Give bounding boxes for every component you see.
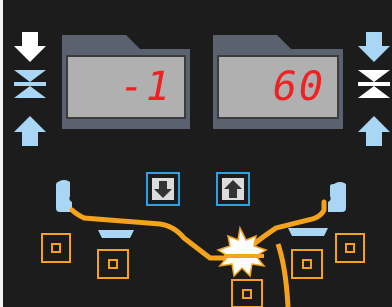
left-value-display: -1 bbox=[66, 55, 186, 119]
converge-icon bbox=[14, 70, 46, 98]
converge-icon bbox=[358, 70, 390, 98]
right-v-groove bbox=[288, 228, 328, 236]
arrow-down-icon bbox=[14, 32, 46, 62]
right-housing-upper bbox=[335, 233, 365, 263]
right-clamp bbox=[328, 182, 346, 212]
center-housing bbox=[231, 279, 263, 307]
control-panel: -1 60 bbox=[0, 0, 392, 307]
fiber-lead bbox=[275, 243, 291, 307]
right-electrode-controls bbox=[358, 32, 390, 146]
left-clamp bbox=[56, 180, 72, 212]
left-housing-lower bbox=[97, 249, 129, 279]
fiber-alignment-diagram bbox=[41, 180, 365, 307]
spark-icon bbox=[216, 225, 268, 278]
arrow-up-icon bbox=[358, 116, 390, 146]
left-housing-upper bbox=[41, 233, 71, 263]
left-electrode-controls bbox=[14, 32, 46, 146]
right-value-display: 60 bbox=[217, 55, 339, 119]
arrow-up-icon bbox=[14, 116, 46, 146]
left-v-groove bbox=[98, 230, 134, 238]
arrow-down-icon bbox=[358, 32, 390, 62]
right-housing-lower bbox=[291, 249, 323, 279]
